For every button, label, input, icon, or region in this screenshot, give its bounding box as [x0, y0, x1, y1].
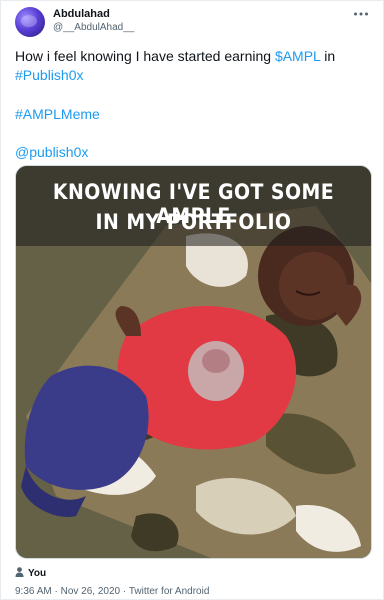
author-avatar[interactable] [15, 7, 45, 37]
tweet-time[interactable]: 9:36 AM [15, 586, 52, 597]
meme-caption-line-2: IN MY PORTFOLIO [95, 210, 292, 234]
hashtag-amplmeme-link[interactable]: #AMPLMeme [15, 105, 100, 124]
meta-separator: · [51, 586, 61, 597]
cashtag-link[interactable]: $AMPL [275, 48, 320, 64]
tagged-people[interactable]: You [15, 567, 46, 579]
tweet-meta: 9:36 AM · Nov 26, 2020 · Twitter for And… [15, 586, 209, 597]
tweet-text: How i feel knowing I have started earnin… [15, 48, 275, 64]
more-options-icon[interactable] [353, 9, 369, 19]
tweet-card: Abdulahad @__AbdulAhad__ How i feel know… [0, 0, 384, 600]
tweet-source[interactable]: Twitter for Android [129, 586, 210, 597]
tweet-media-image[interactable]: KNOWING I'VE GOT SOME AMPLE IN MY PORTFO… [15, 165, 372, 559]
meta-separator: · [120, 586, 129, 597]
author-handle[interactable]: @__AbdulAhad__ [53, 22, 134, 33]
tweet-date[interactable]: Nov 26, 2020 [61, 586, 121, 597]
mention-publish0x-link[interactable]: @publish0x [15, 143, 88, 162]
person-icon [15, 567, 24, 577]
tagged-label: You [28, 568, 47, 579]
tweet-text: in [320, 48, 336, 64]
author-display-name[interactable]: Abdulahad [53, 8, 110, 20]
hashtag-publish0x-link[interactable]: #Publish0x [15, 66, 84, 85]
tweet-text-line: How i feel knowing I have started earnin… [15, 47, 335, 66]
